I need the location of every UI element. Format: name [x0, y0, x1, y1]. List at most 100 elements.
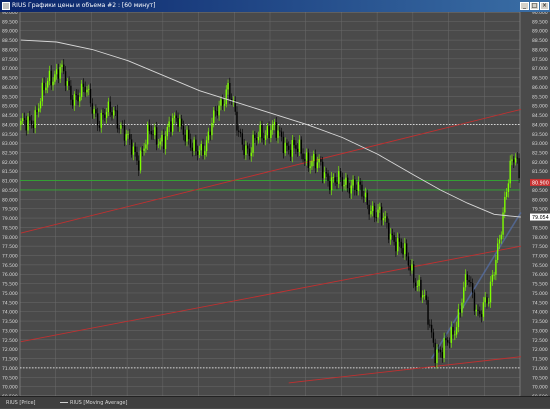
chart-area[interactable]: 69.50069.50070.00070.00070.50070.50071.0… — [0, 10, 550, 400]
y-tick-label-left: 83.000 — [2, 141, 18, 147]
candle-body — [86, 89, 88, 93]
candle-body — [507, 183, 510, 193]
candle-body — [402, 248, 404, 255]
candle-body — [243, 144, 245, 156]
candle-body — [148, 124, 151, 132]
candle-body — [502, 212, 504, 235]
candle-body — [491, 274, 494, 282]
candle-body — [129, 134, 131, 140]
candle-body — [152, 134, 154, 136]
y-tick-label-right: 73.000 — [532, 328, 548, 334]
candle-body — [384, 216, 386, 218]
candle-body — [305, 152, 308, 161]
minimize-icon[interactable]: _ — [520, 2, 529, 10]
chart-legend: RIUS [Price] RIUS [Moving Average] — [0, 396, 550, 408]
candle-body — [155, 127, 158, 145]
candle-body — [436, 349, 438, 364]
y-tick-label-right: 74.500 — [532, 300, 548, 306]
candle-body — [321, 161, 324, 179]
candle-body — [96, 113, 99, 126]
candle-body — [63, 64, 65, 72]
candle-body — [421, 295, 424, 298]
candle-body — [52, 81, 54, 86]
candle-body — [404, 243, 406, 255]
candle-body — [289, 149, 292, 157]
candle-body — [105, 112, 108, 118]
candle-body — [209, 131, 211, 136]
candle-body — [238, 130, 240, 132]
candle-body — [300, 139, 302, 154]
candle-body — [55, 69, 58, 75]
candle-body — [216, 111, 219, 116]
candle-body — [288, 145, 290, 150]
candle-body — [98, 125, 101, 128]
maximize-icon[interactable]: □ — [530, 2, 539, 10]
candle-body — [100, 112, 102, 128]
candle-body — [377, 209, 379, 218]
y-tick-label-left: 71.000 — [2, 366, 18, 372]
candle-body — [307, 152, 310, 168]
candle-body — [109, 101, 111, 113]
y-tick-label-right: 89.000 — [532, 29, 548, 35]
candle-body — [346, 177, 349, 188]
y-tick-label-left: 77.500 — [2, 244, 18, 250]
candle-body — [380, 206, 383, 221]
y-tick-label-left: 72.000 — [2, 347, 18, 353]
candle-body — [432, 332, 435, 343]
candle-body — [409, 265, 411, 271]
candle-body — [164, 136, 167, 150]
candle-body — [279, 130, 281, 132]
candle-body — [154, 127, 156, 136]
candle-body — [434, 342, 436, 364]
candle-body — [186, 129, 188, 142]
y-tick-label-right: 84.000 — [532, 122, 548, 128]
candle-body — [438, 349, 440, 351]
y-tick-label-left: 87.000 — [2, 66, 18, 72]
candle-body — [38, 108, 40, 112]
candle-body — [177, 118, 179, 127]
candle-body — [64, 71, 67, 86]
candle-body — [341, 177, 344, 187]
candle-body — [48, 70, 51, 81]
y-tick-label-left: 73.500 — [2, 319, 18, 325]
legend-item-price: RIUS [Price] — [6, 400, 36, 406]
candle-body — [145, 144, 147, 149]
candle-body — [484, 297, 486, 303]
candle-body — [236, 111, 238, 131]
candle-body — [257, 137, 260, 141]
candle-body — [295, 145, 297, 149]
candle-body — [161, 134, 163, 142]
candle-body — [327, 173, 329, 181]
y-tick-label-left: 70.000 — [2, 385, 18, 391]
y-tick-label-right: 82.000 — [532, 160, 548, 166]
candle-body — [175, 115, 177, 119]
candle-body — [500, 234, 502, 240]
y-tick-label-right: 71.500 — [532, 357, 548, 363]
y-tick-label-right: 88.000 — [532, 47, 548, 53]
candle-body — [277, 130, 279, 138]
candle-body — [200, 143, 202, 151]
price-chart[interactable]: 69.50069.50070.00070.00070.50070.50071.0… — [0, 10, 550, 400]
y-tick-label-right: 80.500 — [532, 188, 548, 194]
candle-body — [461, 302, 463, 313]
candle-body — [493, 274, 495, 276]
candle-body — [464, 274, 467, 288]
candle-body — [373, 205, 376, 218]
candle-body — [104, 114, 106, 118]
candle-body — [32, 124, 35, 128]
candle-body — [413, 264, 415, 283]
candle-body — [516, 157, 519, 159]
candle-body — [514, 157, 517, 163]
window-app-icon[interactable] — [2, 2, 10, 10]
candle-body — [202, 143, 204, 156]
candle-body — [255, 138, 258, 141]
window-titlebar[interactable]: RIUS Графики цены и объема #2 : [60 мину… — [0, 0, 550, 12]
candle-body — [191, 147, 194, 151]
y-tick-label-right: 80.000 — [532, 197, 548, 203]
y-tick-label-left: 89.500 — [2, 19, 18, 25]
legend-item-moving-average: RIUS [Moving Average] — [60, 397, 127, 409]
y-tick-label-left: 79.500 — [2, 207, 18, 213]
candle-body — [505, 192, 508, 197]
close-icon[interactable]: × — [540, 2, 549, 10]
candle-body — [336, 182, 338, 184]
